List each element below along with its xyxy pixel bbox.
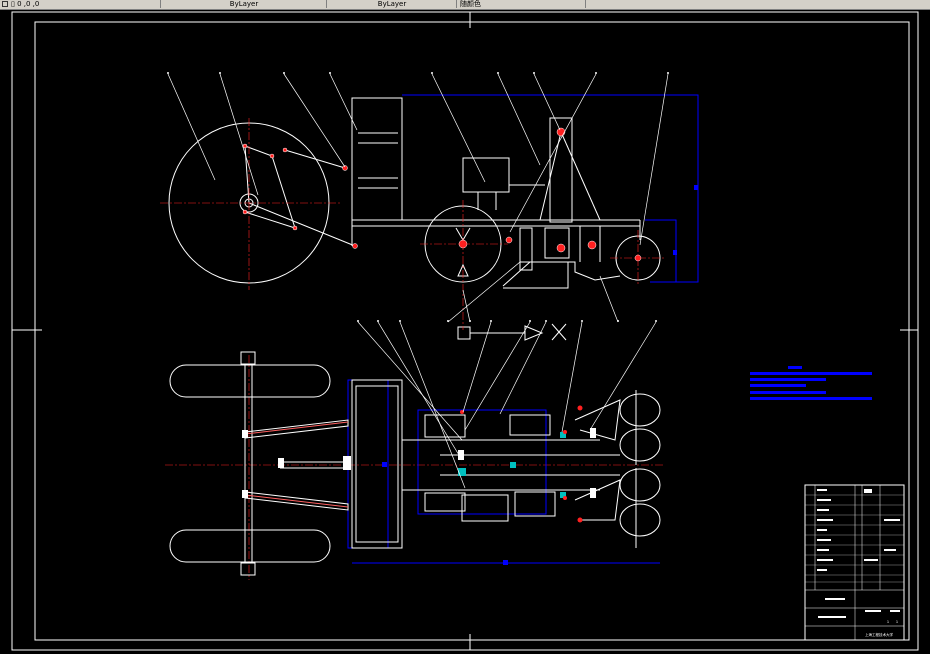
centering-marks bbox=[12, 12, 918, 650]
title-block-entries bbox=[817, 489, 900, 618]
sheet-number: 1 bbox=[896, 620, 898, 624]
school-name: 上海工程技术大学 bbox=[865, 632, 893, 637]
sheet-border-inner bbox=[34, 21, 910, 641]
joint-markers bbox=[242, 127, 642, 262]
layer-state-icon bbox=[2, 1, 8, 7]
sheet-count: 1 bbox=[887, 620, 889, 624]
color-dropdown[interactable]: ByLayer bbox=[162, 0, 327, 8]
technical-notes bbox=[750, 366, 872, 400]
bolt-markers bbox=[242, 428, 596, 498]
dimension-lines bbox=[347, 94, 699, 564]
centerlines bbox=[160, 118, 666, 580]
lineweight-dropdown[interactable]: 随颜色 bbox=[460, 0, 586, 8]
side-view bbox=[168, 97, 661, 341]
title-block: 1 1 上海工程技术大学 bbox=[804, 484, 905, 641]
drawing-canvas[interactable]: 1 1 上海工程技术大学 bbox=[0, 9, 930, 654]
linetype-dropdown[interactable]: ByLayer bbox=[328, 0, 457, 8]
layer-dropdown[interactable]: ▯ 0 ,0 ,0 bbox=[0, 0, 161, 8]
sheet-border-outer bbox=[11, 11, 919, 651]
dimension-ticks bbox=[382, 185, 698, 565]
plan-joint-markers bbox=[460, 405, 583, 523]
plan-view bbox=[169, 351, 661, 576]
